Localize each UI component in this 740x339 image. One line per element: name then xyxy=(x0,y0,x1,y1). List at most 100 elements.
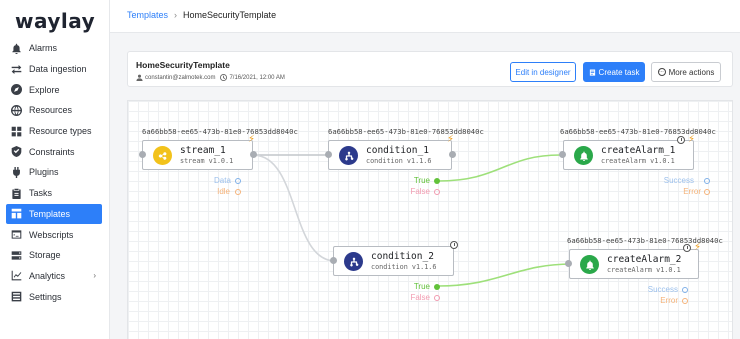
output-port-error[interactable] xyxy=(682,298,688,304)
output-label-idle: Idle xyxy=(217,187,230,196)
more-actions-label: More actions xyxy=(668,67,715,77)
output-label-error: Error xyxy=(683,187,701,196)
top-bar: Templates › HomeSecurityTemplate xyxy=(110,0,740,33)
alarm-icon xyxy=(574,146,593,165)
sidebar-item-label: Data ingestion xyxy=(29,64,87,75)
stream-icon xyxy=(153,146,172,165)
shield-icon xyxy=(10,146,22,158)
timer-icon xyxy=(677,136,685,144)
template-date: 7/16/2021, 12:00 AM xyxy=(229,74,285,81)
sidebar-item-constraints[interactable]: Constraints xyxy=(6,141,102,162)
sidebar-item-resource-types[interactable]: Resource types xyxy=(6,121,102,142)
chevron-right-icon: › xyxy=(93,270,96,280)
input-port[interactable] xyxy=(325,151,332,158)
sidebar-item-settings[interactable]: Settings xyxy=(6,286,102,307)
node-condition-1[interactable]: condition_1 condition v1.1.6 xyxy=(328,140,452,170)
sidebar-item-label: Plugins xyxy=(29,167,59,178)
template-owner: constantin@zalmotek.com xyxy=(145,74,216,81)
output-label-true: True xyxy=(413,282,430,291)
more-actions-button[interactable]: ⋯ More actions xyxy=(651,62,721,82)
user-icon xyxy=(136,74,143,81)
node-create-alarm-1[interactable]: createAlarm_1 createAlarm v1.0.1 xyxy=(563,140,694,170)
output-port-true[interactable] xyxy=(434,178,440,184)
sidebar-item-data-ingestion[interactable]: Data ingestion xyxy=(6,59,102,80)
output-label-true: True xyxy=(413,176,430,185)
sidebar-item-label: Templates xyxy=(29,208,71,219)
output-label-success: Success xyxy=(647,285,678,294)
template-meta: constantin@zalmotek.com 7/16/2021, 12:00… xyxy=(136,74,285,81)
sidebar-item-templates[interactable]: Templates xyxy=(6,203,102,225)
breadcrumb-templates-link[interactable]: Templates xyxy=(127,10,168,20)
output-port-error[interactable] xyxy=(704,189,710,195)
lightning-icon: ⚡ xyxy=(694,242,702,253)
chart-icon xyxy=(10,270,22,282)
clipboard-icon xyxy=(10,187,22,199)
clock-icon xyxy=(220,74,228,81)
sidebar-item-storage[interactable]: Storage xyxy=(6,245,102,266)
sidebar-item-alarms[interactable]: Alarms xyxy=(6,38,102,59)
output-port-data[interactable] xyxy=(235,178,241,184)
sidebar-item-resources[interactable]: Resources xyxy=(6,100,102,121)
node-version: stream v1.0.1 xyxy=(180,157,234,165)
input-port[interactable] xyxy=(139,151,146,158)
output-port-idle[interactable] xyxy=(235,189,241,195)
globe-icon xyxy=(10,104,22,116)
bell-icon xyxy=(10,42,22,54)
sidebar-nav: Alarms Data ingestion Explore Resources … xyxy=(6,38,102,307)
output-port[interactable] xyxy=(250,151,257,158)
output-label-error: Error xyxy=(660,296,678,305)
sidebar: waylay Alarms Data ingestion Explore Res… xyxy=(0,0,110,339)
template-header-card: HomeSecurityTemplate constantin@zalmotek… xyxy=(127,51,733,87)
sidebar-item-analytics[interactable]: Analytics › xyxy=(6,266,102,287)
node-version: createAlarm v1.0.1 xyxy=(601,157,675,165)
sidebar-item-label: Explore xyxy=(29,84,60,95)
node-version: createAlarm v1.0.1 xyxy=(607,266,681,274)
more-icon: ⋯ xyxy=(657,68,666,76)
arrows-icon xyxy=(10,63,22,75)
output-port-false[interactable] xyxy=(434,189,440,195)
node-id: 6a66bb58-ee65-473b-81e0-76853dd8040c xyxy=(142,127,298,136)
sidebar-item-label: Analytics xyxy=(29,270,66,281)
node-stream-1[interactable]: stream_1 stream v1.0.1 xyxy=(142,140,253,170)
sidebar-item-webscripts[interactable]: Webscripts xyxy=(6,224,102,245)
node-version: condition v1.1.6 xyxy=(366,157,432,165)
sidebar-item-label: Storage xyxy=(29,250,61,261)
output-port-success[interactable] xyxy=(704,178,710,184)
sidebar-item-plugins[interactable]: Plugins xyxy=(6,162,102,183)
condition-icon xyxy=(344,252,363,271)
input-port[interactable] xyxy=(559,151,566,158)
sidebar-item-tasks[interactable]: Tasks xyxy=(6,183,102,204)
sidebar-item-label: Tasks xyxy=(29,188,53,199)
output-port-true[interactable] xyxy=(434,284,440,290)
settings-icon xyxy=(10,291,22,303)
sidebar-item-explore[interactable]: Explore xyxy=(6,79,102,100)
create-task-label: Create task xyxy=(598,67,640,77)
output-label-data: Data xyxy=(214,176,231,185)
lightning-icon: ⚡ xyxy=(447,134,455,145)
sidebar-item-label: Webscripts xyxy=(29,229,74,240)
storage-icon xyxy=(10,249,22,261)
lightning-icon: ⚡ xyxy=(248,134,256,145)
lightning-icon: ⚡ xyxy=(688,134,696,145)
compass-icon xyxy=(10,84,22,96)
input-port[interactable] xyxy=(565,260,572,267)
sidebar-item-label: Resources xyxy=(29,105,73,116)
timer-icon xyxy=(450,241,458,249)
plug-icon xyxy=(10,166,22,178)
create-task-button[interactable]: Create task xyxy=(583,62,645,82)
node-condition-2[interactable]: condition_2 condition v1.1.6 xyxy=(333,246,454,276)
breadcrumb: Templates › HomeSecurityTemplate xyxy=(127,10,276,20)
template-title: HomeSecurityTemplate xyxy=(136,60,230,70)
output-port[interactable] xyxy=(449,151,456,158)
sidebar-item-label: Settings xyxy=(29,291,62,302)
edit-in-designer-button[interactable]: Edit in designer xyxy=(510,62,576,82)
node-create-alarm-2[interactable]: createAlarm_2 createAlarm v1.0.1 xyxy=(569,249,699,279)
output-port-false[interactable] xyxy=(434,295,440,301)
input-port[interactable] xyxy=(330,257,337,264)
sidebar-item-label: Alarms xyxy=(29,43,58,54)
app-logo[interactable]: waylay xyxy=(15,9,95,33)
code-icon xyxy=(10,229,22,241)
node-name: condition_1 xyxy=(366,145,429,156)
chevron-right-icon: › xyxy=(174,10,178,20)
output-port-success[interactable] xyxy=(682,287,688,293)
